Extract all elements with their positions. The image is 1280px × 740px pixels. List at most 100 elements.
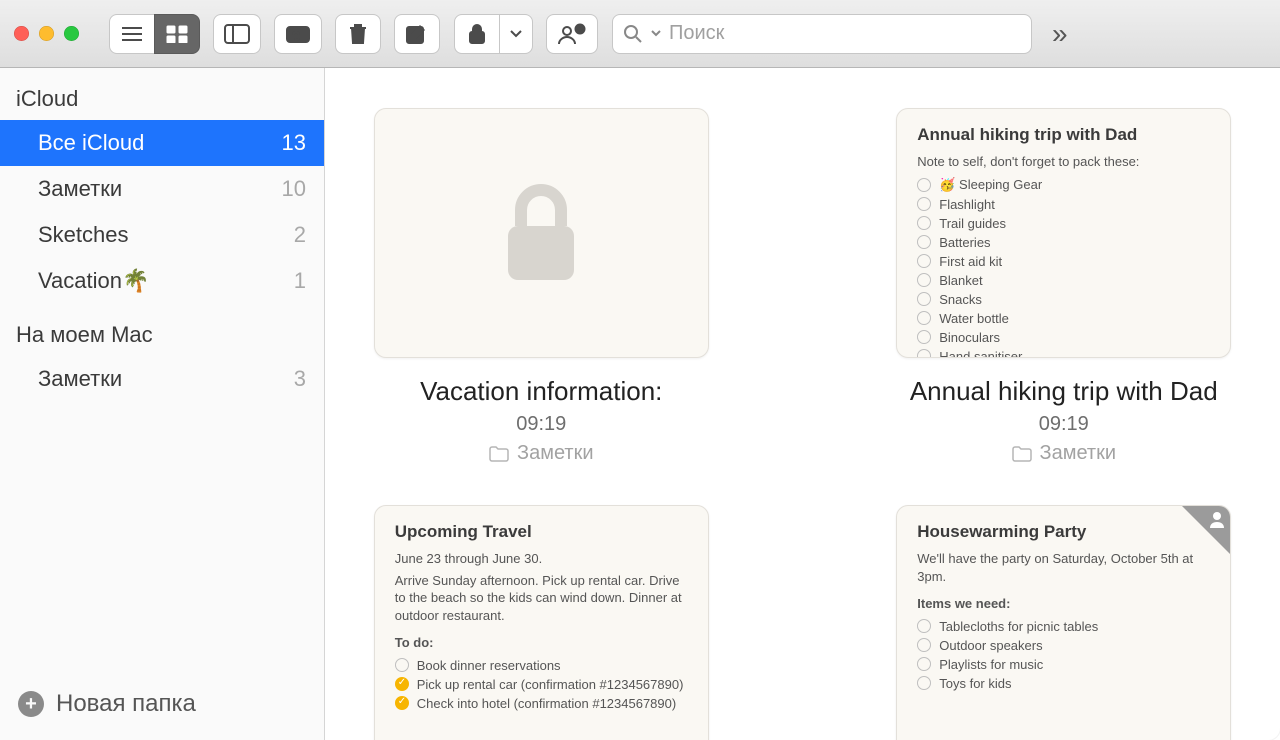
person-icon: [1208, 510, 1226, 528]
note-subhead: Items we need:: [917, 595, 1210, 613]
checklist-item: Toys for kids: [917, 674, 1210, 693]
checklist-text: Water bottle: [939, 311, 1009, 326]
note-subhead: To do:: [395, 634, 688, 652]
chevron-down-icon: [651, 29, 661, 39]
checkbox-icon: [917, 619, 931, 633]
minimize-window[interactable]: [39, 26, 54, 41]
checklist-item: Book dinner reservations: [395, 656, 688, 675]
notes-gallery: Vacation information: 09:19 Заметки Annu…: [325, 68, 1280, 740]
sidebar-item-all-icloud[interactable]: Все iCloud 13: [0, 120, 324, 166]
checklist-item: Outdoor speakers: [917, 636, 1210, 655]
sidebar-item-label: Sketches: [38, 222, 129, 248]
checklist-item: Batteries: [917, 233, 1210, 252]
sidebar-item-local-notes[interactable]: Заметки 3: [0, 356, 324, 402]
note-title: Annual hiking trip with Dad: [910, 376, 1218, 407]
checkbox-icon: [917, 657, 931, 671]
compose-button[interactable]: [394, 14, 440, 54]
checkbox-icon: [917, 197, 931, 211]
note-tile[interactable]: Vacation information: 09:19 Заметки: [365, 108, 718, 465]
overflow-button[interactable]: »: [1046, 18, 1068, 50]
checkbox-icon: [917, 638, 931, 652]
close-window[interactable]: [14, 26, 29, 41]
note-folder: Заметки: [1012, 442, 1117, 465]
note-title: Vacation information:: [420, 376, 662, 407]
sidebar-item-label: Заметки: [38, 176, 122, 202]
sidebar-item-vacation[interactable]: Vacation🌴 1: [0, 258, 324, 304]
search-field[interactable]: [612, 14, 1032, 54]
toggle-sidebar-button[interactable]: [213, 14, 261, 54]
sidebar-item-count: 1: [294, 268, 306, 294]
note-time: 09:19: [516, 413, 566, 436]
sidebar-item-count: 13: [282, 130, 306, 156]
checkbox-icon: [917, 292, 931, 306]
sidebar-item-label: Все iCloud: [38, 130, 144, 156]
toolbar: + »: [0, 0, 1280, 68]
checklist-item: Playlists for music: [917, 655, 1210, 674]
checklist-item: Check into hotel (confirmation #12345678…: [395, 694, 688, 713]
sidebar-item-count: 10: [282, 176, 306, 202]
search-input[interactable]: [669, 22, 1021, 45]
note-tile[interactable]: Housewarming Party We'll have the party …: [888, 505, 1241, 740]
note-checklist: Tablecloths for picnic tables Outdoor spe…: [917, 617, 1210, 693]
sidebar-item-count: 3: [294, 366, 306, 392]
new-folder-button[interactable]: + Новая папка: [0, 674, 324, 740]
lock-group: [454, 14, 533, 54]
checklist-text: Blanket: [939, 273, 982, 288]
checkbox-icon: [395, 658, 409, 672]
lock-button[interactable]: [454, 14, 500, 54]
sidebar-item-sketches[interactable]: Sketches 2: [0, 212, 324, 258]
checklist-text: Binoculars: [939, 330, 1000, 345]
sidebar-item-notes[interactable]: Заметки 10: [0, 166, 324, 212]
checkbox-icon: [917, 254, 931, 268]
folder-icon: [489, 446, 509, 462]
note-time: 09:19: [1039, 413, 1089, 436]
note-tile[interactable]: Upcoming Travel June 23 through June 30.…: [365, 505, 718, 740]
checklist-text: Toys for kids: [939, 676, 1011, 691]
checklist-item: Water bottle: [917, 309, 1210, 328]
checklist-text: Check into hotel (confirmation #12345678…: [417, 696, 676, 711]
note-body: June 23 through June 30.: [395, 550, 688, 568]
checklist-item: Tablecloths for picnic tables: [917, 617, 1210, 636]
note-body: We'll have the party on Saturday, Octobe…: [917, 550, 1210, 585]
delete-button[interactable]: [335, 14, 381, 54]
checkbox-icon: [917, 273, 931, 287]
sidebar: iCloud Все iCloud 13 Заметки 10 Sketches…: [0, 68, 325, 740]
main-area: iCloud Все iCloud 13 Заметки 10 Sketches…: [0, 68, 1280, 740]
checkbox-icon: [917, 676, 931, 690]
note-checklist: Book dinner reservationsPick up rental c…: [395, 656, 688, 713]
checklist-item: Binoculars: [917, 328, 1210, 347]
checklist-text: Trail guides: [939, 216, 1006, 231]
search-icon: [623, 24, 643, 44]
note-tile[interactable]: Annual hiking trip with Dad Note to self…: [888, 108, 1241, 465]
checklist-text: Hand sanitiser: [939, 349, 1022, 358]
checkbox-icon: [917, 330, 931, 344]
checklist-item: Hand sanitiser: [917, 347, 1210, 358]
attach-button[interactable]: [274, 14, 322, 54]
lock-menu-button[interactable]: [499, 14, 533, 54]
checklist-text: Book dinner reservations: [417, 658, 561, 673]
sidebar-section-onmymac: На моем Mac: [0, 304, 324, 356]
checklist-item: Flashlight: [917, 195, 1210, 214]
note-preview: Annual hiking trip with Dad Note to self…: [896, 108, 1231, 358]
note-preview: Upcoming Travel June 23 through June 30.…: [374, 505, 709, 740]
checklist-text: Batteries: [939, 235, 990, 250]
note-lead: Note to self, don't forget to pack these…: [917, 153, 1210, 171]
checklist-text: Tablecloths for picnic tables: [939, 619, 1098, 634]
checkbox-icon: [395, 677, 409, 691]
collaborate-button[interactable]: +: [546, 14, 598, 54]
note-heading: Annual hiking trip with Dad: [917, 125, 1210, 145]
svg-text:+: +: [578, 25, 583, 34]
note-checklist: 🥳 Sleeping Gear Flashlight Trail guides Bat…: [917, 175, 1210, 358]
checklist-text: Playlists for music: [939, 657, 1043, 672]
checklist-item: First aid kit: [917, 252, 1210, 271]
note-folder: Заметки: [489, 442, 594, 465]
gallery-view-button[interactable]: [154, 14, 200, 54]
checklist-text: 🥳 Sleeping Gear: [939, 177, 1042, 193]
list-view-button[interactable]: [109, 14, 155, 54]
plus-icon: +: [18, 691, 44, 717]
zoom-window[interactable]: [64, 26, 79, 41]
folder-icon: [1012, 446, 1032, 462]
sidebar-item-label: Vacation🌴: [38, 268, 149, 294]
note-preview-locked: [374, 108, 709, 358]
checklist-item: Trail guides: [917, 214, 1210, 233]
